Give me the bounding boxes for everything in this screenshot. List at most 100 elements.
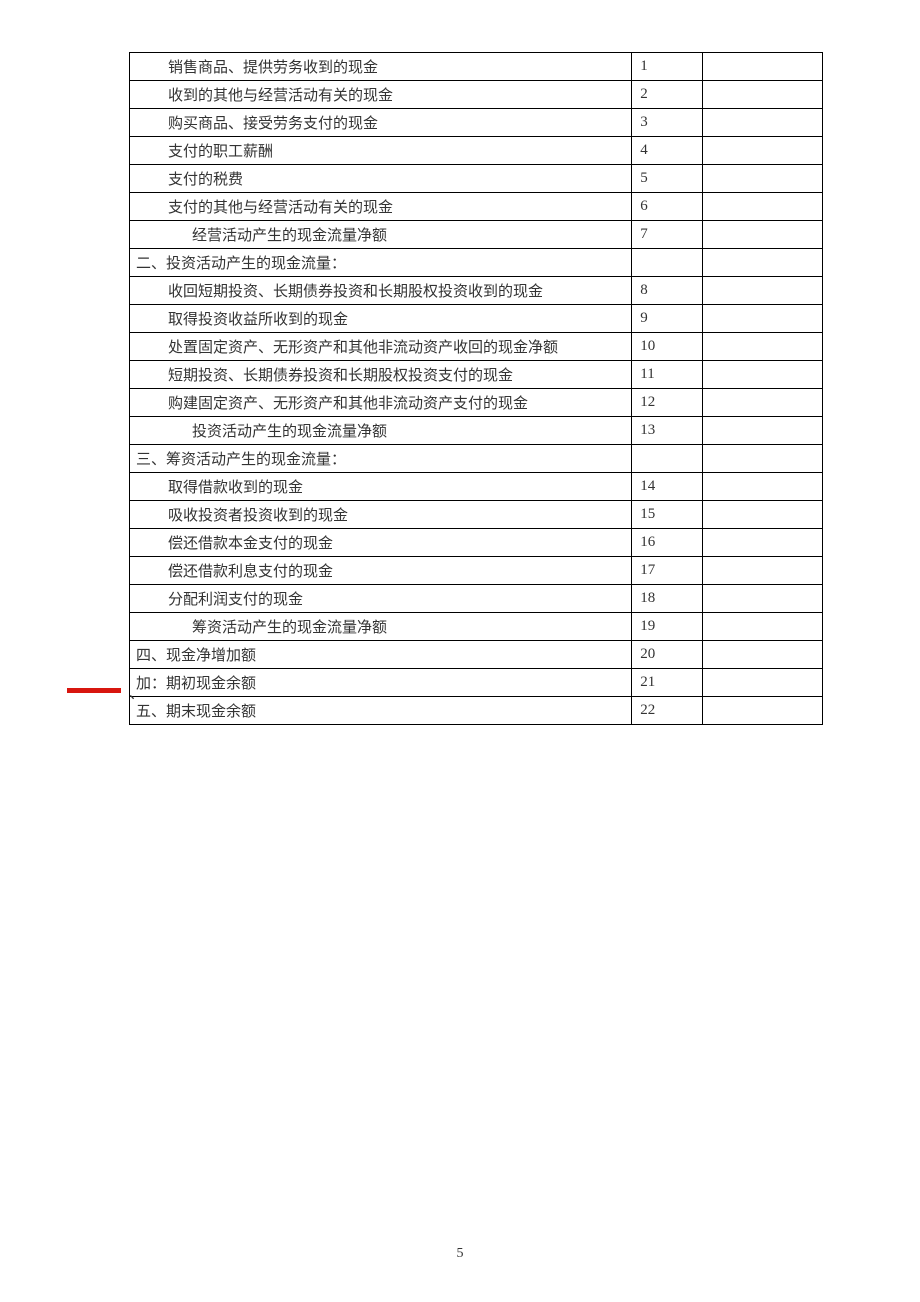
- row-label: 吸收投资者投资收到的现金: [130, 501, 632, 529]
- row-label: 五、期末现金余额: [130, 697, 632, 725]
- row-number: 12: [632, 389, 703, 417]
- row-label: 销售商品、提供劳务收到的现金: [130, 53, 632, 81]
- table-row: 经营活动产生的现金流量净额7: [130, 221, 823, 249]
- table-row: 支付的职工薪酬4: [130, 137, 823, 165]
- table-row: 收到的其他与经营活动有关的现金2: [130, 81, 823, 109]
- row-number: 4: [632, 137, 703, 165]
- red-underline-mark: [67, 688, 121, 693]
- row-value: [703, 361, 823, 389]
- row-label: 购买商品、接受劳务支付的现金: [130, 109, 632, 137]
- row-number: 5: [632, 165, 703, 193]
- table-row: 二、投资活动产生的现金流量：: [130, 249, 823, 277]
- table-row: 收回短期投资、长期债券投资和长期股权投资收到的现金8: [130, 277, 823, 305]
- row-number: 19: [632, 613, 703, 641]
- row-value: [703, 529, 823, 557]
- row-number: 10: [632, 333, 703, 361]
- page-number: 5: [0, 1246, 920, 1262]
- row-number: 2: [632, 81, 703, 109]
- row-label: 支付的其他与经营活动有关的现金: [130, 193, 632, 221]
- row-value: [703, 641, 823, 669]
- row-label: 取得借款收到的现金: [130, 473, 632, 501]
- table-row: 吸收投资者投资收到的现金15: [130, 501, 823, 529]
- row-label: 筹资活动产生的现金流量净额: [130, 613, 632, 641]
- row-value: [703, 221, 823, 249]
- row-label: 投资活动产生的现金流量净额: [130, 417, 632, 445]
- table-row: 分配利润支付的现金18: [130, 585, 823, 613]
- row-value: [703, 669, 823, 697]
- table-row: 支付的其他与经营活动有关的现金6: [130, 193, 823, 221]
- row-label: 收回短期投资、长期债券投资和长期股权投资收到的现金: [130, 277, 632, 305]
- row-label: 偿还借款本金支付的现金: [130, 529, 632, 557]
- footer-punct: 、: [129, 682, 144, 703]
- row-number: 22: [632, 697, 703, 725]
- row-label: 分配利润支付的现金: [130, 585, 632, 613]
- table-row: 销售商品、提供劳务收到的现金1: [130, 53, 823, 81]
- row-label: 经营活动产生的现金流量净额: [130, 221, 632, 249]
- row-number: 13: [632, 417, 703, 445]
- table-row: 筹资活动产生的现金流量净额19: [130, 613, 823, 641]
- row-label: 四、现金净增加额: [130, 641, 632, 669]
- row-value: [703, 249, 823, 277]
- table-row: 支付的税费5: [130, 165, 823, 193]
- row-label: 短期投资、长期债券投资和长期股权投资支付的现金: [130, 361, 632, 389]
- table-row: 购建固定资产、无形资产和其他非流动资产支付的现金12: [130, 389, 823, 417]
- row-label: 偿还借款利息支付的现金: [130, 557, 632, 585]
- row-number: 15: [632, 501, 703, 529]
- table-row: 投资活动产生的现金流量净额13: [130, 417, 823, 445]
- row-number: 18: [632, 585, 703, 613]
- row-number: [632, 445, 703, 473]
- row-value: [703, 389, 823, 417]
- row-number: 8: [632, 277, 703, 305]
- table-row: 取得投资收益所收到的现金9: [130, 305, 823, 333]
- row-value: [703, 53, 823, 81]
- row-value: [703, 193, 823, 221]
- row-value: [703, 305, 823, 333]
- table-row: 五、期末现金余额22: [130, 697, 823, 725]
- row-label: 取得投资收益所收到的现金: [130, 305, 632, 333]
- row-value: [703, 445, 823, 473]
- row-value: [703, 137, 823, 165]
- row-number: 21: [632, 669, 703, 697]
- row-number: 16: [632, 529, 703, 557]
- row-value: [703, 81, 823, 109]
- row-value: [703, 697, 823, 725]
- cash-flow-table: 销售商品、提供劳务收到的现金1收到的其他与经营活动有关的现金2购买商品、接受劳务…: [129, 52, 823, 725]
- row-number: 1: [632, 53, 703, 81]
- row-value: [703, 277, 823, 305]
- table-row: 三、筹资活动产生的现金流量：: [130, 445, 823, 473]
- row-label: 加：期初现金余额: [130, 669, 632, 697]
- row-label: 三、筹资活动产生的现金流量：: [130, 445, 632, 473]
- row-number: 3: [632, 109, 703, 137]
- row-number: 9: [632, 305, 703, 333]
- row-value: [703, 557, 823, 585]
- row-value: [703, 585, 823, 613]
- row-number: 7: [632, 221, 703, 249]
- row-label: 二、投资活动产生的现金流量：: [130, 249, 632, 277]
- row-number: 14: [632, 473, 703, 501]
- row-value: [703, 613, 823, 641]
- row-value: [703, 109, 823, 137]
- row-number: 11: [632, 361, 703, 389]
- row-number: 17: [632, 557, 703, 585]
- table-row: 四、现金净增加额20: [130, 641, 823, 669]
- row-label: 购建固定资产、无形资产和其他非流动资产支付的现金: [130, 389, 632, 417]
- row-number: 6: [632, 193, 703, 221]
- row-number: 20: [632, 641, 703, 669]
- table-row: 取得借款收到的现金14: [130, 473, 823, 501]
- row-value: [703, 165, 823, 193]
- row-value: [703, 333, 823, 361]
- row-label: 支付的职工薪酬: [130, 137, 632, 165]
- row-value: [703, 417, 823, 445]
- row-value: [703, 473, 823, 501]
- row-number: [632, 249, 703, 277]
- table-row: 处置固定资产、无形资产和其他非流动资产收回的现金净额10: [130, 333, 823, 361]
- row-label: 处置固定资产、无形资产和其他非流动资产收回的现金净额: [130, 333, 632, 361]
- row-value: [703, 501, 823, 529]
- row-label: 支付的税费: [130, 165, 632, 193]
- table-row: 偿还借款本金支付的现金16: [130, 529, 823, 557]
- table-row: 加：期初现金余额21: [130, 669, 823, 697]
- row-label: 收到的其他与经营活动有关的现金: [130, 81, 632, 109]
- cash-flow-table-container: 销售商品、提供劳务收到的现金1收到的其他与经营活动有关的现金2购买商品、接受劳务…: [129, 52, 823, 725]
- table-row: 短期投资、长期债券投资和长期股权投资支付的现金11: [130, 361, 823, 389]
- table-row: 购买商品、接受劳务支付的现金3: [130, 109, 823, 137]
